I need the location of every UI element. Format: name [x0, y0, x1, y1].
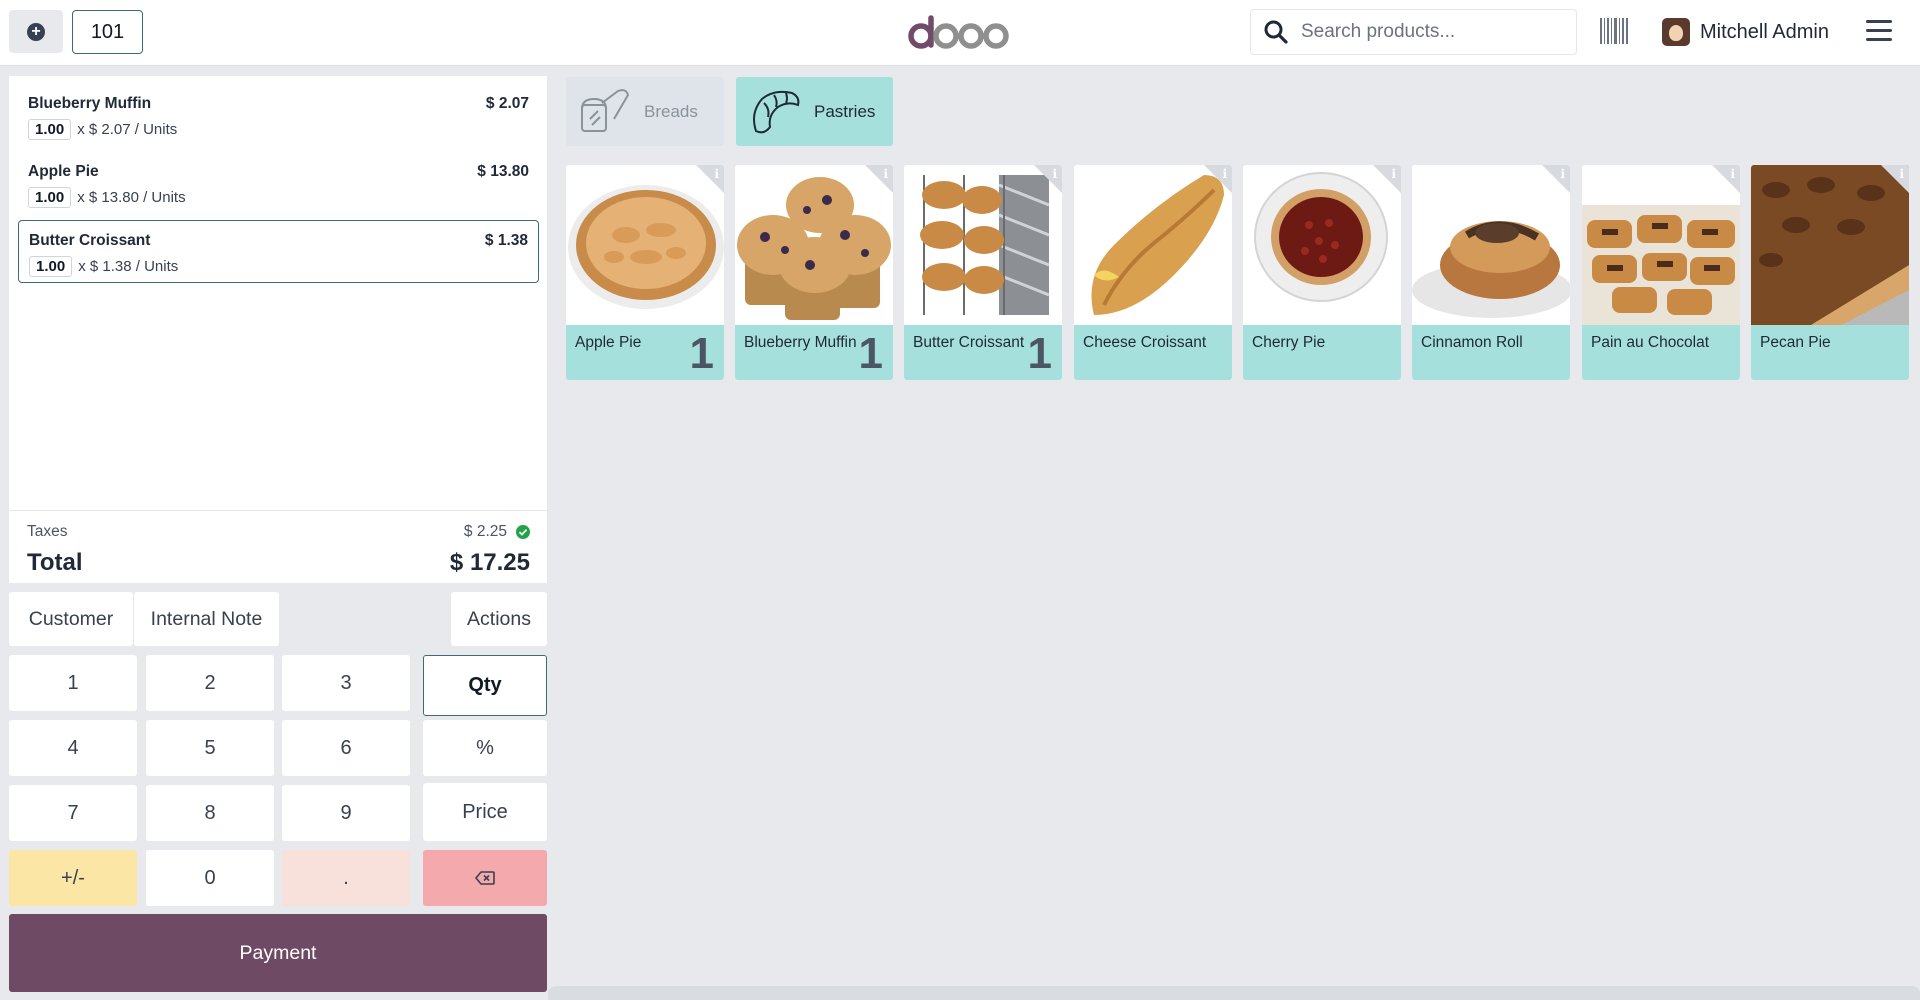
odoo-logo: [908, 15, 1009, 49]
numpad-key-8[interactable]: 8: [146, 785, 274, 841]
order-line-price: $ 2.07: [485, 95, 529, 112]
hamburger-menu-icon[interactable]: [1866, 20, 1892, 44]
info-icon[interactable]: i: [1391, 167, 1396, 181]
product-info-corner: [1373, 165, 1401, 193]
croissant-icon: [753, 90, 800, 133]
user-name: Mitchell Admin: [1700, 20, 1829, 43]
product-card-cherry-pie[interactable]: i Cherry Pie: [1243, 165, 1401, 380]
category-breads[interactable]: Breads: [566, 77, 724, 146]
product-name: Cherry Pie: [1243, 325, 1401, 380]
order-line-unit-price: x $ 2.07 / Units: [77, 121, 178, 138]
search-icon: [1264, 20, 1288, 44]
product-card-apple-pie[interactable]: i Apple Pie 1: [566, 165, 724, 380]
order-line-selected[interactable]: Butter Croissant $ 1.38 1.00 x $ 1.38 / …: [18, 220, 539, 283]
backspace-button[interactable]: [423, 850, 547, 906]
info-icon[interactable]: i: [1730, 167, 1735, 181]
numpad-key-4[interactable]: 4: [9, 720, 137, 776]
total-label: Total: [27, 549, 83, 576]
barcode-icon[interactable]: [1600, 18, 1628, 44]
total-value: $ 17.25: [449, 549, 530, 576]
order-line-qty: 1.00: [28, 119, 72, 140]
numpad-key-9[interactable]: 9: [282, 785, 410, 841]
order-line-name: Butter Croissant: [29, 232, 151, 249]
price-mode-button[interactable]: Price: [423, 783, 547, 841]
info-icon[interactable]: i: [1899, 167, 1904, 181]
product-card-cheese-croissant[interactable]: i Cheese Croissant: [1074, 165, 1232, 380]
product-info-corner: [696, 165, 724, 193]
table-button[interactable]: 101: [72, 10, 143, 54]
product-name: Cheese Croissant: [1074, 325, 1232, 380]
bread-icon: [581, 88, 630, 132]
product-info-corner: [1542, 165, 1570, 193]
user-menu[interactable]: Mitchell Admin: [1662, 14, 1829, 50]
order-panel: Blueberry Muffin $ 2.07 1.00 x $ 2.07 / …: [9, 76, 547, 583]
discount-mode-button[interactable]: %: [423, 720, 547, 776]
product-info-corner: [1881, 165, 1909, 193]
product-info-corner: [1034, 165, 1062, 193]
product-count-badge: 1: [1027, 329, 1052, 378]
info-icon[interactable]: i: [1222, 167, 1227, 181]
info-icon[interactable]: i: [1052, 167, 1057, 181]
product-name: Cinnamon Roll: [1412, 325, 1570, 380]
product-info-corner: [1712, 165, 1740, 193]
plus-icon: +: [27, 22, 45, 41]
product-card-pain-au-chocolat[interactable]: i Pain au Chocolat: [1582, 165, 1740, 380]
numpad-key-6[interactable]: 6: [282, 720, 410, 776]
order-line-unit-price: x $ 13.80 / Units: [77, 189, 186, 206]
product-card-pecan-pie[interactable]: i Pecan Pie: [1751, 165, 1909, 380]
check-circle-icon: [516, 525, 530, 539]
new-order-button[interactable]: +: [9, 10, 63, 53]
decimal-point-button[interactable]: .: [282, 850, 410, 906]
numpad-key-0[interactable]: 0: [146, 850, 274, 906]
order-line-name: Blueberry Muffin: [28, 95, 152, 112]
category-pastries[interactable]: Pastries: [736, 77, 893, 146]
order-line-price: $ 13.80: [477, 163, 529, 180]
product-name: Pecan Pie: [1751, 325, 1909, 380]
taxes-value: $ 2.25: [463, 523, 507, 540]
order-line-qty: 1.00: [29, 256, 73, 277]
product-card-blueberry-muffin[interactable]: i Blueberry Muffin 1: [735, 165, 893, 380]
plus-minus-button[interactable]: +/-: [9, 850, 137, 906]
product-count-badge: 1: [858, 329, 883, 378]
product-info-corner: [865, 165, 893, 193]
order-totals: Taxes $ 2.25 Total $ 17.25: [9, 510, 547, 583]
product-count-badge: 1: [689, 329, 714, 378]
order-line-detail: 1.00 x $ 2.07 / Units: [28, 119, 177, 140]
category-label: Breads: [644, 101, 698, 121]
numpad-key-7[interactable]: 7: [9, 785, 137, 841]
taxes-label: Taxes: [27, 523, 68, 540]
product-card-butter-croissant[interactable]: i Butter Croissant 1: [904, 165, 1062, 380]
numpad-key-2[interactable]: 2: [146, 655, 274, 711]
order-line[interactable]: Apple Pie $ 13.80 1.00 x $ 13.80 / Units: [18, 152, 539, 215]
search-input[interactable]: [1301, 21, 1561, 43]
numpad-key-3[interactable]: 3: [282, 655, 410, 711]
numpad-key-5[interactable]: 5: [146, 720, 274, 776]
avatar: [1662, 18, 1690, 46]
customer-button[interactable]: Customer: [9, 592, 133, 646]
backspace-icon: [475, 871, 495, 885]
order-line-qty: 1.00: [28, 187, 72, 208]
top-bar: + 101 Mitchell Admin: [0, 0, 1920, 66]
order-line-detail: 1.00 x $ 13.80 / Units: [28, 187, 186, 208]
order-line-price: $ 1.38: [484, 232, 528, 249]
info-icon[interactable]: i: [714, 167, 719, 181]
product-info-corner: [1204, 165, 1232, 193]
product-card-cinnamon-roll[interactable]: i Cinnamon Roll: [1412, 165, 1570, 380]
internal-note-button[interactable]: Internal Note: [134, 592, 279, 646]
search-bar: [1250, 9, 1577, 55]
category-label: Pastries: [814, 101, 876, 121]
info-icon[interactable]: i: [883, 167, 888, 181]
product-name: Pain au Chocolat: [1582, 325, 1740, 380]
qty-mode-button[interactable]: Qty: [423, 655, 547, 716]
numpad-key-1[interactable]: 1: [9, 655, 137, 711]
info-icon[interactable]: i: [1560, 167, 1565, 181]
payment-button[interactable]: Payment: [9, 914, 547, 992]
order-line-name: Apple Pie: [28, 163, 99, 180]
order-line-detail: 1.00 x $ 1.38 / Units: [29, 256, 178, 277]
order-line-unit-price: x $ 1.38 / Units: [78, 258, 179, 275]
order-line[interactable]: Blueberry Muffin $ 2.07 1.00 x $ 2.07 / …: [18, 84, 539, 147]
actions-button[interactable]: Actions: [451, 592, 547, 646]
horizontal-scrollbar[interactable]: [548, 986, 1920, 1000]
